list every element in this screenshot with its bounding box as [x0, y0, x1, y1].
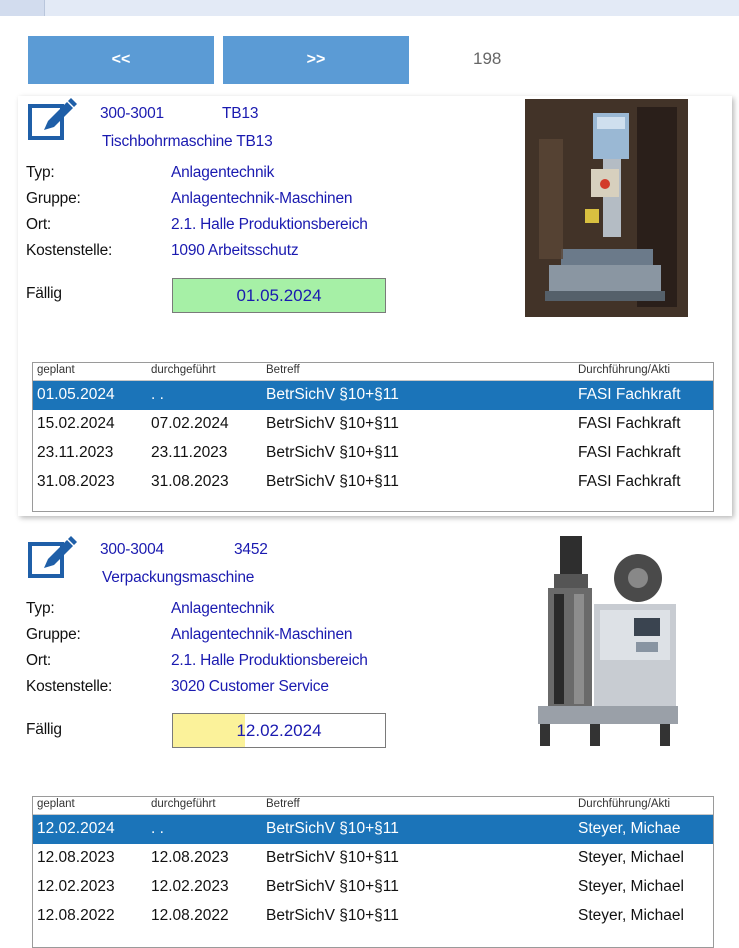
cell-betreff: BetrSichV §10+§11 [266, 907, 399, 924]
value-kostenstelle: 1090 Arbeitsschutz [171, 242, 299, 259]
value-ort: 2.1. Halle Produktionsbereich [171, 652, 368, 669]
header-geplant[interactable]: geplant [37, 364, 75, 376]
window-top-strip [0, 0, 739, 16]
cell-durchfuehrung: FASI Fachkraft [578, 415, 681, 432]
equipment-card: 300-3004 3452 Verpackungsmaschine Typ: A… [18, 530, 732, 948]
cell-geplant: 12.08.2023 [37, 849, 115, 866]
label-kostenstelle: Kostenstelle: [26, 242, 113, 259]
cell-durchgefuehrt: 12.08.2022 [151, 907, 229, 924]
table-header: geplant durchgeführt Betreff Durchführun… [33, 363, 713, 381]
cell-betreff: BetrSichV §10+§11 [266, 878, 399, 895]
cell-geplant: 15.02.2024 [37, 415, 115, 432]
header-geplant[interactable]: geplant [37, 798, 75, 810]
window-tab[interactable] [0, 0, 45, 16]
cell-durchfuehrung: Steyer, Michael [578, 907, 684, 924]
value-gruppe: Anlagentechnik-Maschinen [171, 626, 353, 643]
cell-betreff: BetrSichV §10+§11 [266, 473, 399, 490]
due-date-field[interactable]: 12.02.2024 [172, 713, 386, 748]
record-counter: 198 [473, 49, 502, 68]
cell-durchgefuehrt: 12.08.2023 [151, 849, 229, 866]
header-durchgefuehrt[interactable]: durchgeführt [151, 798, 216, 810]
label-typ: Typ: [26, 164, 55, 181]
machine-photo [530, 534, 690, 754]
header-betreff[interactable]: Betreff [266, 798, 300, 810]
equipment-code: TB13 [222, 105, 259, 122]
cell-geplant: 01.05.2024 [37, 386, 115, 403]
value-typ: Anlagentechnik [171, 164, 275, 181]
table-row[interactable]: 12.08.2023 12.08.2023 BetrSichV §10+§11 … [33, 844, 713, 873]
cell-durchgefuehrt: . . [151, 386, 164, 403]
cell-durchfuehrung: FASI Fachkraft [578, 386, 681, 403]
header-durchfuehrung[interactable]: Durchführung/Akti [578, 798, 670, 810]
cell-durchgefuehrt: 07.02.2024 [151, 415, 229, 432]
equipment-name: Verpackungsmaschine [102, 569, 255, 586]
header-durchfuehrung[interactable]: Durchführung/Akti [578, 364, 670, 376]
label-faellig: Fällig [26, 721, 62, 738]
cell-geplant: 12.08.2022 [37, 907, 115, 924]
table-header: geplant durchgeführt Betreff Durchführun… [33, 797, 713, 815]
table-row[interactable]: 23.11.2023 23.11.2023 BetrSichV §10+§11 … [33, 439, 713, 468]
table-row[interactable]: 12.08.2022 12.08.2022 BetrSichV §10+§11 … [33, 902, 713, 931]
inspection-table: geplant durchgeführt Betreff Durchführun… [32, 796, 714, 948]
equipment-name: Tischbohrmaschine TB13 [102, 133, 273, 150]
label-gruppe: Gruppe: [26, 190, 81, 207]
cell-betreff: BetrSichV §10+§11 [266, 415, 399, 432]
value-typ: Anlagentechnik [171, 600, 275, 617]
table-row[interactable]: 01.05.2024 . . BetrSichV §10+§11 FASI Fa… [33, 381, 713, 410]
cell-geplant: 12.02.2023 [37, 878, 115, 895]
table-row[interactable]: 12.02.2024 . . BetrSichV §10+§11 Steyer,… [33, 815, 713, 844]
table-row[interactable]: 15.02.2024 07.02.2024 BetrSichV §10+§11 … [33, 410, 713, 439]
value-kostenstelle: 3020 Customer Service [171, 678, 329, 695]
value-ort: 2.1. Halle Produktionsbereich [171, 216, 368, 233]
cell-durchfuehrung: Steyer, Michae [578, 820, 681, 837]
label-ort: Ort: [26, 216, 52, 233]
next-button[interactable]: >> [223, 36, 409, 84]
table-row[interactable]: 31.08.2023 31.08.2023 BetrSichV §10+§11 … [33, 468, 713, 497]
cell-geplant: 23.11.2023 [37, 444, 114, 461]
cell-durchgefuehrt: . . [151, 820, 164, 837]
cell-geplant: 12.02.2024 [37, 820, 115, 837]
cell-betreff: BetrSichV §10+§11 [266, 444, 399, 461]
due-date-field[interactable]: 01.05.2024 [172, 278, 386, 313]
cell-geplant: 31.08.2023 [37, 473, 115, 490]
cell-durchgefuehrt: 23.11.2023 [151, 444, 228, 461]
prev-button[interactable]: << [28, 36, 214, 84]
cell-durchfuehrung: FASI Fachkraft [578, 444, 681, 461]
header-betreff[interactable]: Betreff [266, 364, 300, 376]
edit-icon[interactable] [26, 96, 78, 148]
cell-durchgefuehrt: 31.08.2023 [151, 473, 229, 490]
edit-icon[interactable] [26, 534, 78, 586]
cell-durchfuehrung: Steyer, Michael [578, 878, 684, 895]
cell-durchfuehrung: Steyer, Michael [578, 849, 684, 866]
cell-durchgefuehrt: 12.02.2023 [151, 878, 229, 895]
machine-photo [525, 99, 688, 317]
equipment-card: 300-3001 TB13 Tischbohrmaschine TB13 Typ… [18, 96, 732, 516]
cell-betreff: BetrSichV §10+§11 [266, 849, 399, 866]
equipment-number: 300-3001 [100, 105, 164, 122]
header-durchgefuehrt[interactable]: durchgeführt [151, 364, 216, 376]
cell-betreff: BetrSichV §10+§11 [266, 386, 399, 403]
equipment-code: 3452 [234, 541, 268, 558]
label-typ: Typ: [26, 600, 55, 617]
label-ort: Ort: [26, 652, 52, 669]
cell-betreff: BetrSichV §10+§11 [266, 820, 399, 837]
value-gruppe: Anlagentechnik-Maschinen [171, 190, 353, 207]
label-kostenstelle: Kostenstelle: [26, 678, 113, 695]
cell-durchfuehrung: FASI Fachkraft [578, 473, 681, 490]
inspection-table: geplant durchgeführt Betreff Durchführun… [32, 362, 714, 512]
equipment-number: 300-3004 [100, 541, 164, 558]
label-gruppe: Gruppe: [26, 626, 81, 643]
label-faellig: Fällig [26, 285, 62, 302]
table-row[interactable]: 12.02.2023 12.02.2023 BetrSichV §10+§11 … [33, 873, 713, 902]
